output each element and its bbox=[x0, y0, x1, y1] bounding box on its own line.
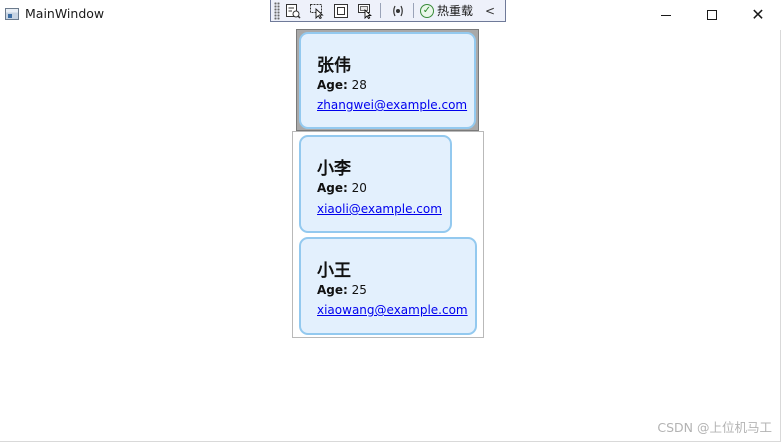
contact-card[interactable]: 张伟 Age: 28 zhangwei@example.com bbox=[299, 32, 476, 129]
maximize-icon bbox=[707, 10, 717, 20]
close-button[interactable]: ✕ bbox=[735, 0, 781, 30]
close-icon: ✕ bbox=[751, 5, 765, 24]
age-value: 28 bbox=[351, 78, 367, 92]
toolbar-separator bbox=[413, 3, 414, 18]
age-value: 20 bbox=[351, 181, 367, 195]
live-visual-tree-icon bbox=[286, 3, 301, 19]
layout-adorner-icon bbox=[334, 3, 348, 18]
check-circle-icon: ✓ bbox=[420, 3, 434, 18]
minimize-icon bbox=[661, 14, 671, 16]
age-label: Age: bbox=[317, 181, 348, 195]
watermark-text: CSDN @上位机马工 bbox=[657, 420, 772, 435]
contact-name: 张伟 bbox=[317, 56, 351, 76]
select-element-icon bbox=[310, 3, 324, 19]
contact-email-link[interactable]: xiaoli@example.com bbox=[317, 202, 442, 216]
track-focus-icon bbox=[358, 3, 372, 19]
contact-email-link[interactable]: zhangwei@example.com bbox=[317, 98, 467, 112]
track-focus-button[interactable] bbox=[354, 1, 376, 21]
contact-name: 小王 bbox=[317, 261, 351, 281]
window-title: MainWindow bbox=[25, 6, 105, 21]
hot-reload-label: 热重载 bbox=[437, 4, 474, 18]
hot-reload-status[interactable]: ✓ 热重载 bbox=[420, 2, 473, 19]
contact-age: Age: 20 bbox=[317, 181, 367, 195]
contact-email-link[interactable]: xiaowang@example.com bbox=[317, 303, 468, 317]
age-label: Age: bbox=[317, 78, 348, 92]
contact-card[interactable]: 小李 Age: 20 xiaoli@example.com bbox=[299, 135, 452, 233]
contact-age: Age: 25 bbox=[317, 283, 367, 297]
collapse-toolbar-icon[interactable]: < bbox=[485, 4, 495, 18]
minimize-button[interactable] bbox=[643, 0, 689, 30]
display-layout-adorners-button[interactable] bbox=[330, 1, 352, 21]
age-label: Age: bbox=[317, 283, 348, 297]
live-visual-tree-button[interactable] bbox=[282, 1, 304, 21]
contact-name: 小李 bbox=[317, 159, 351, 179]
toolbar-separator bbox=[380, 3, 381, 18]
main-window: MainWindow ✕ ✓ 热重载 < 张伟 Age: 28 zhangwei… bbox=[0, 0, 781, 442]
select-element-button[interactable] bbox=[306, 1, 328, 21]
binding-failures-icon bbox=[393, 5, 403, 16]
toolbar-grip[interactable] bbox=[274, 1, 280, 20]
maximize-button[interactable] bbox=[689, 0, 735, 30]
binding-failures-button[interactable] bbox=[387, 1, 409, 21]
contact-card[interactable]: 小王 Age: 25 xiaowang@example.com bbox=[299, 237, 477, 335]
xaml-debug-toolbar: ✓ 热重载 < bbox=[270, 0, 506, 22]
contact-age: Age: 28 bbox=[317, 78, 367, 92]
age-value: 25 bbox=[351, 283, 367, 297]
app-window-icon bbox=[5, 8, 19, 20]
